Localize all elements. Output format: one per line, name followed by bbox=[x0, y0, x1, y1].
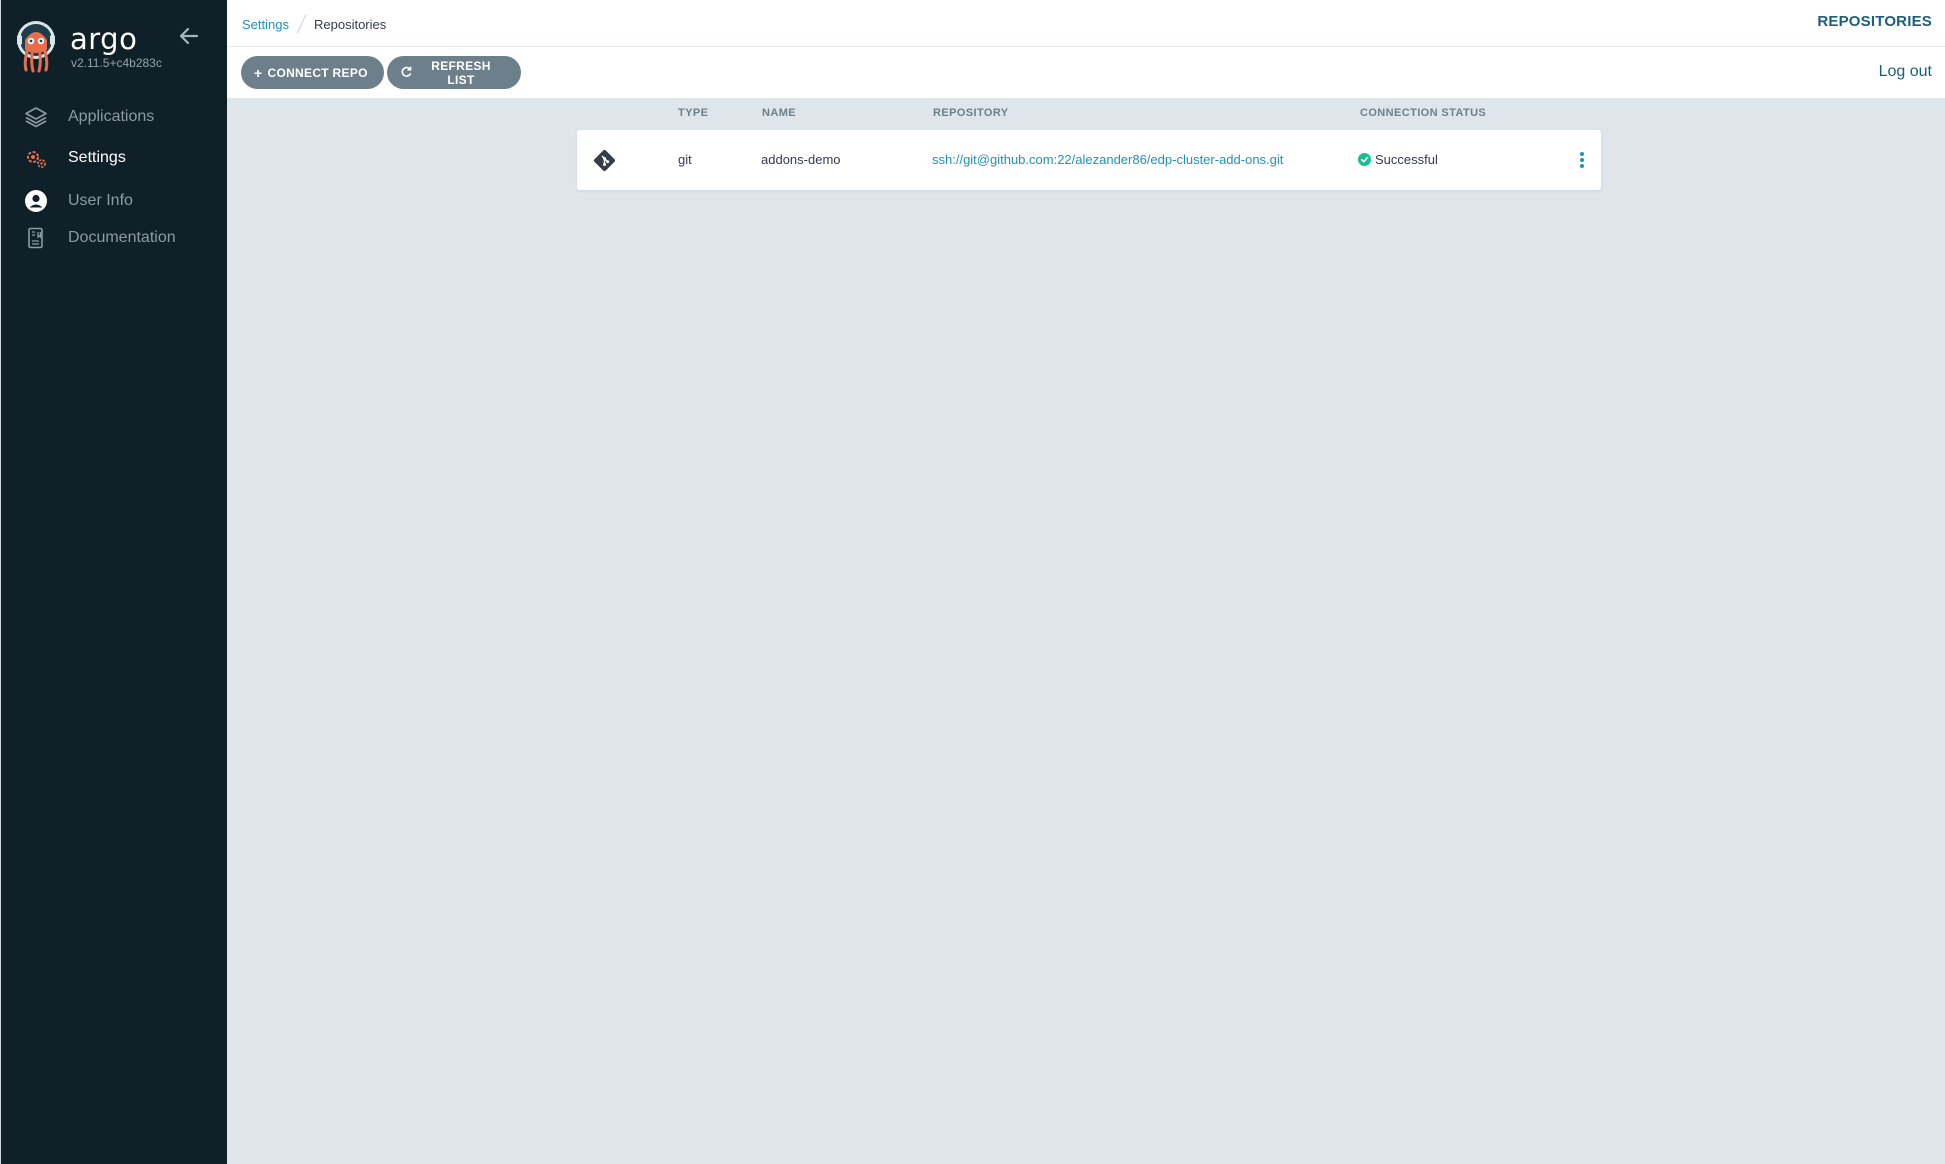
logout-link[interactable]: Log out bbox=[1879, 63, 1932, 81]
repo-url-link[interactable]: ssh://git@github.com:22/alezander86/edp-… bbox=[932, 152, 1283, 167]
breadcrumb: Settings Repositories bbox=[242, 14, 386, 34]
breadcrumb-settings-link[interactable]: Settings bbox=[242, 17, 289, 32]
connection-status: Successful bbox=[1358, 152, 1438, 167]
refresh-list-label: REFRESH LIST bbox=[431, 58, 491, 87]
version-label: v2.11.5+c4b283c bbox=[71, 56, 162, 70]
check-circle-icon bbox=[1358, 153, 1371, 166]
toolbar: + CONNECT REPO REFRESH LIST Log out bbox=[227, 47, 1945, 98]
sidebar-item-settings[interactable]: Settings bbox=[1, 138, 228, 178]
table-row[interactable]: git addons-demo ssh://git@github.com:22/… bbox=[577, 130, 1601, 190]
sidebar-item-label: Applications bbox=[68, 108, 155, 125]
sidebar-item-label: Settings bbox=[68, 149, 126, 166]
collapse-sidebar-button[interactable] bbox=[177, 25, 201, 47]
breadcrumb-separator bbox=[296, 14, 307, 34]
sidebar-item-user-info[interactable]: User Info bbox=[1, 181, 228, 221]
column-header-connection-status: CONNECTION STATUS bbox=[1360, 107, 1487, 119]
row-actions-menu-icon[interactable] bbox=[1577, 150, 1587, 170]
sidebar: argo v2.11.5+c4b283c Applications Settin… bbox=[0, 0, 227, 1164]
column-header-name: NAME bbox=[762, 107, 796, 119]
git-icon bbox=[592, 148, 617, 173]
top-bar: Settings Repositories REPOSITORIES bbox=[227, 0, 1945, 47]
breadcrumb-current: Repositories bbox=[313, 16, 387, 32]
user-circle-icon bbox=[24, 189, 48, 213]
sidebar-item-documentation[interactable]: Documentation bbox=[1, 218, 228, 258]
connect-repo-button[interactable]: + CONNECT REPO bbox=[241, 56, 384, 89]
page-title: REPOSITORIES bbox=[1817, 13, 1932, 30]
sidebar-item-applications[interactable]: Applications bbox=[1, 97, 228, 137]
repo-name: addons-demo bbox=[761, 152, 841, 167]
sidebar-item-label: Documentation bbox=[68, 229, 176, 246]
connect-repo-label: CONNECT REPO bbox=[267, 65, 368, 80]
brand-name: argo bbox=[70, 22, 138, 56]
refresh-icon bbox=[400, 66, 412, 80]
argo-logo bbox=[17, 21, 55, 73]
arrow-left-icon bbox=[179, 27, 199, 45]
sidebar-item-label: User Info bbox=[68, 192, 133, 209]
repo-type: git bbox=[678, 152, 692, 167]
book-icon bbox=[24, 226, 48, 250]
refresh-list-button[interactable]: REFRESH LIST bbox=[387, 56, 521, 89]
table-header: TYPE NAME REPOSITORY CONNECTION STATUS bbox=[577, 104, 1601, 122]
column-header-type: TYPE bbox=[678, 107, 709, 119]
connection-status-label: Successful bbox=[1375, 152, 1438, 167]
gears-icon bbox=[24, 146, 48, 170]
plus-icon: + bbox=[254, 64, 263, 81]
column-header-repository: REPOSITORY bbox=[933, 107, 1009, 119]
layers-icon bbox=[24, 105, 48, 129]
